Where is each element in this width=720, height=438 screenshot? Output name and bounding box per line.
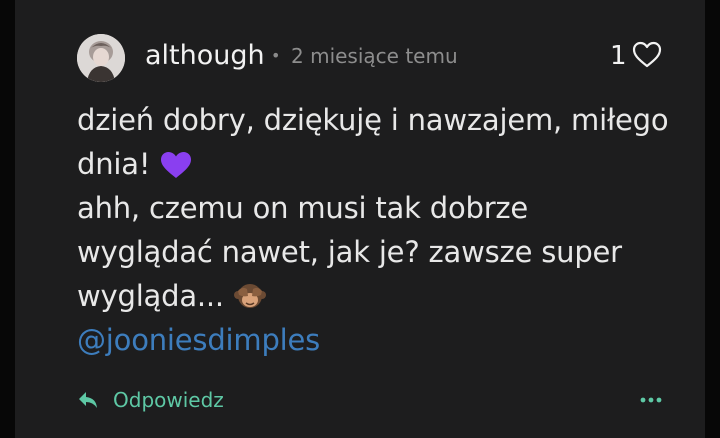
comment-body: dzień dobry, dziękuję i nawzajem, miłego…: [77, 98, 687, 362]
comment-line: wyglądać nawet, jak je? zawsze super: [77, 235, 622, 269]
see-no-evil-monkey-emoji: [233, 284, 266, 308]
avatar[interactable]: [77, 34, 125, 82]
heart-outline-icon: [632, 41, 662, 68]
mention-link[interactable]: @jooniesdimples: [77, 323, 320, 357]
comment-line-text: wygląda...: [77, 279, 224, 313]
purple-heart-emoji: [161, 152, 192, 178]
comment-line-text: dnia!: [77, 147, 151, 181]
comment-line: dzień dobry, dziękuję i nawzajem, miłego: [77, 103, 669, 137]
more-options-button[interactable]: [639, 390, 663, 410]
comment-card: although • 2 miesiące temu 1 dzień dobry…: [15, 0, 705, 438]
reply-button[interactable]: Odpowiedz: [77, 384, 224, 416]
like-button[interactable]: [632, 41, 662, 69]
mention-line: @jooniesdimples: [77, 318, 687, 362]
reply-label: Odpowiedz: [113, 388, 224, 412]
reply-arrow-icon: [79, 392, 97, 408]
comment-line-with-emoji: wygląda...: [77, 274, 687, 318]
more-dots-icon: [640, 397, 662, 403]
comment-author[interactable]: although: [145, 36, 265, 76]
avatar-image: [77, 34, 125, 82]
comment-line-with-emoji: dnia!: [77, 142, 687, 186]
like-count: 1: [610, 41, 627, 71]
comment-line: ahh, czemu on musi tak dobrze: [77, 191, 529, 225]
comment-timestamp: 2 miesiące temu: [291, 44, 458, 68]
meta-separator: •: [271, 46, 281, 65]
